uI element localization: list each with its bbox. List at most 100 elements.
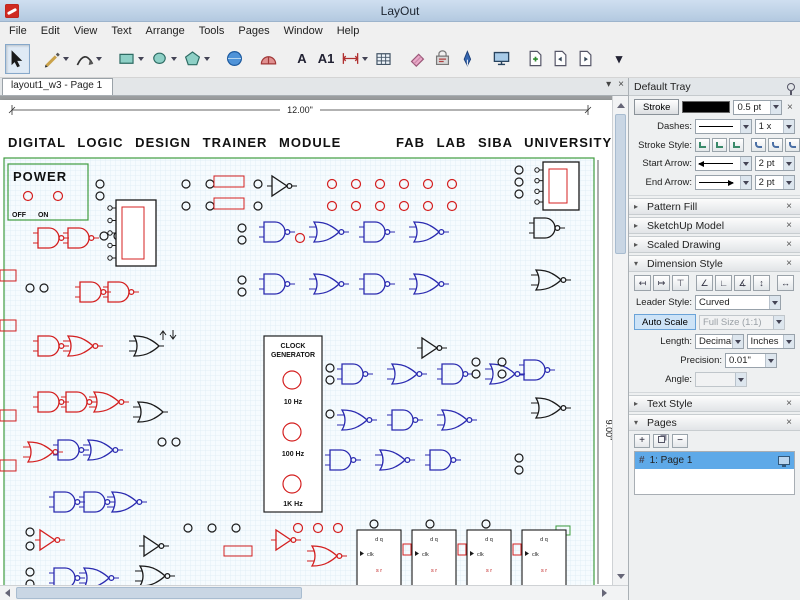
dimension-style-button-1[interactable]: ↤ bbox=[634, 275, 651, 291]
add-page-button-pages[interactable]: + bbox=[634, 434, 650, 448]
titlebar[interactable]: LayOut bbox=[0, 0, 800, 22]
paper[interactable]: 12.00" DIGITAL LOGIC DESIGN TRAINER MODU… bbox=[0, 100, 612, 585]
leader-style-select[interactable]: Curved bbox=[695, 295, 781, 310]
length-units-select[interactable]: Inches bbox=[746, 334, 795, 349]
dimension-style-panel-header[interactable]: ▾ Dimension Style × bbox=[629, 255, 800, 272]
duplicate-page-button[interactable] bbox=[653, 434, 669, 448]
chevron-down-icon[interactable] bbox=[739, 176, 751, 189]
flipflop-block[interactable]: d q clk s r bbox=[521, 529, 567, 585]
document-close-icon[interactable]: × bbox=[618, 79, 624, 90]
right-dimension[interactable]: 9.00" bbox=[597, 160, 612, 584]
chevron-down-icon[interactable] bbox=[204, 56, 210, 61]
tab-menu-icon[interactable]: ▾ bbox=[606, 79, 611, 90]
dimension-style-button-3[interactable]: ⊤ bbox=[672, 275, 689, 291]
protractor-tool[interactable] bbox=[256, 44, 281, 74]
menu-tools[interactable]: Tools bbox=[192, 24, 232, 38]
menu-view[interactable]: View bbox=[67, 24, 105, 38]
sketchup-model-close-icon[interactable]: × bbox=[783, 220, 795, 231]
pattern-fill-close-icon[interactable]: × bbox=[783, 201, 795, 212]
next-page-button[interactable] bbox=[573, 44, 598, 74]
table-tool[interactable] bbox=[371, 44, 396, 74]
precision-select[interactable]: 0.01" bbox=[725, 353, 777, 368]
dimension-style-close-icon[interactable]: × bbox=[783, 258, 795, 269]
dimension-style-button-2[interactable]: ↦ bbox=[653, 275, 670, 291]
stroke-style-button-4[interactable] bbox=[751, 138, 766, 152]
chevron-down-icon[interactable] bbox=[171, 56, 177, 61]
menu-arrange[interactable]: Arrange bbox=[139, 24, 192, 38]
dash-scale-select[interactable]: 1 x bbox=[754, 119, 795, 134]
page-list-item[interactable]: #1: Page 1 bbox=[635, 452, 794, 469]
vertical-scrollbar[interactable] bbox=[612, 96, 628, 585]
sketchup-model-tool[interactable] bbox=[222, 44, 247, 74]
add-page-button[interactable] bbox=[523, 44, 548, 74]
chevron-down-icon[interactable] bbox=[96, 56, 102, 61]
dimension-style-button-5[interactable]: ∟ bbox=[715, 275, 732, 291]
polygon-tool[interactable] bbox=[180, 44, 213, 74]
pages-close-icon[interactable]: × bbox=[783, 417, 795, 428]
end-arrow-select[interactable] bbox=[695, 175, 752, 190]
sketchup-model-panel-header[interactable]: ▸ SketchUp Model × bbox=[629, 217, 800, 234]
scroll-left-icon[interactable] bbox=[0, 586, 15, 600]
stroke-style-button-6[interactable] bbox=[785, 138, 800, 152]
chevron-down-icon[interactable] bbox=[769, 100, 781, 114]
scroll-down-icon[interactable] bbox=[613, 569, 628, 583]
auto-scale-toggle[interactable]: Auto Scale bbox=[634, 314, 696, 330]
style-tool[interactable] bbox=[430, 44, 455, 74]
start-presentation-button[interactable] bbox=[489, 44, 514, 74]
arc-tool[interactable] bbox=[72, 44, 105, 74]
flipflop-block[interactable]: d q clk s r bbox=[466, 529, 512, 585]
vertical-scroll-thumb[interactable] bbox=[615, 114, 626, 254]
chevron-down-icon[interactable] bbox=[739, 157, 751, 170]
menu-edit[interactable]: Edit bbox=[34, 24, 67, 38]
board-title-left[interactable]: DIGITAL LOGIC DESIGN TRAINER MODULE bbox=[8, 135, 341, 150]
flipflop-block[interactable]: d q clk s r bbox=[356, 529, 402, 585]
flipflop-block[interactable]: d q clk s r bbox=[411, 529, 457, 585]
chevron-down-icon[interactable] bbox=[783, 335, 794, 348]
stroke-style-button-2[interactable] bbox=[712, 138, 727, 152]
text-style-close-icon[interactable]: × bbox=[783, 398, 795, 409]
previous-page-button[interactable] bbox=[548, 44, 573, 74]
select-tool[interactable] bbox=[5, 43, 30, 74]
chevron-down-icon[interactable] bbox=[783, 120, 794, 133]
dashes-select[interactable] bbox=[695, 119, 752, 134]
dimension-style-button-8[interactable]: ↔ bbox=[777, 275, 794, 291]
pen-tool[interactable] bbox=[455, 44, 480, 74]
dimension-style-button-6[interactable]: ∡ bbox=[734, 275, 751, 291]
chevron-down-icon[interactable] bbox=[769, 296, 780, 309]
chevron-down-icon[interactable] bbox=[138, 56, 144, 61]
scaled-drawing-close-icon[interactable]: × bbox=[783, 239, 795, 250]
stroke-style-button-1[interactable] bbox=[695, 138, 710, 152]
chevron-down-icon[interactable] bbox=[735, 373, 746, 386]
document-tab[interactable]: layout1_w3 - Page 1 bbox=[2, 78, 114, 95]
top-dimension[interactable]: 12.00" bbox=[8, 103, 592, 116]
chevron-down-icon[interactable] bbox=[362, 56, 368, 61]
eraser-tool[interactable] bbox=[405, 44, 430, 74]
horizontal-scroll-thumb[interactable] bbox=[16, 587, 302, 599]
chevron-down-icon[interactable] bbox=[783, 157, 794, 170]
chevron-down-icon[interactable] bbox=[765, 354, 776, 367]
label-tool[interactable]: A1 bbox=[314, 44, 338, 74]
start-arrow-size-select[interactable]: 2 pt bbox=[754, 156, 795, 171]
pages-panel-header[interactable]: ▾ Pages × bbox=[629, 414, 800, 431]
chevron-down-icon[interactable] bbox=[63, 56, 69, 61]
stroke-style-button-5[interactable] bbox=[768, 138, 783, 152]
scroll-right-icon[interactable] bbox=[597, 586, 612, 600]
clock-generator-block[interactable]: CLOCK GENERATOR 10 Hz 100 Hz 1K Hz bbox=[263, 335, 323, 513]
horizontal-scrollbar[interactable] bbox=[0, 585, 628, 600]
start-arrow-select[interactable] bbox=[695, 156, 752, 171]
text-style-panel-header[interactable]: ▸ Text Style × bbox=[629, 395, 800, 412]
scroll-up-icon[interactable] bbox=[613, 98, 628, 112]
menu-text[interactable]: Text bbox=[104, 24, 138, 38]
chevron-down-icon[interactable] bbox=[772, 315, 784, 329]
pin-icon[interactable] bbox=[787, 82, 795, 95]
menu-pages[interactable]: Pages bbox=[231, 24, 276, 38]
length-format-select[interactable]: Decimal bbox=[695, 334, 744, 349]
stroke-width-select[interactable]: 0.5 pt bbox=[733, 99, 782, 115]
rectangle-tool[interactable] bbox=[114, 44, 147, 74]
text-tool[interactable]: A bbox=[290, 44, 314, 74]
dimension-style-button-4[interactable]: ∠ bbox=[696, 275, 713, 291]
canvas[interactable]: 12.00" DIGITAL LOGIC DESIGN TRAINER MODU… bbox=[0, 96, 628, 585]
stroke-color-swatch[interactable] bbox=[682, 101, 731, 113]
scale-select[interactable]: Full Size (1:1) bbox=[698, 314, 785, 330]
circle-tool[interactable] bbox=[147, 44, 180, 74]
